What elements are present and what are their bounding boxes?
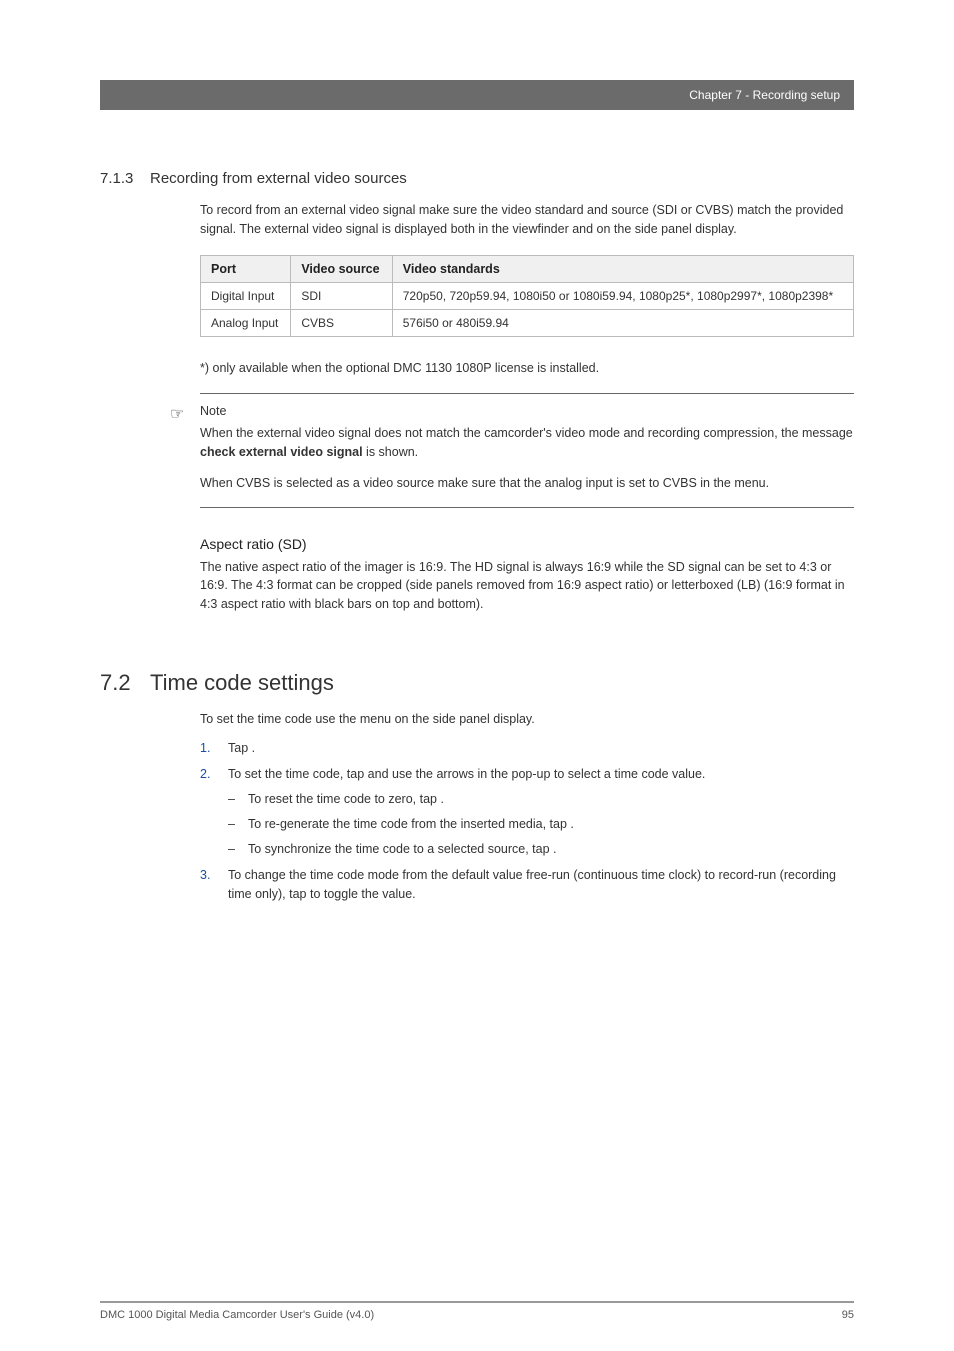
sub-a: To synchronize the time code to a select… (248, 842, 553, 856)
th-source: Video source (291, 255, 392, 282)
sub-b: . (553, 842, 556, 856)
intro-b: menu on the side panel display. (360, 712, 535, 726)
footer-doc-title: DMC 1000 Digital Media Camcorder User's … (100, 1309, 374, 1321)
note-text-1b: is shown. (363, 445, 419, 459)
sub-b: . (570, 817, 573, 831)
step-1b: . (252, 741, 255, 755)
sub-b: . (440, 792, 443, 806)
cell: CVBS (291, 309, 392, 336)
step-2-sublist: To reset the time code to zero, tap . To… (228, 790, 854, 858)
section-title: Time code settings (150, 670, 334, 696)
aspect-heading: Aspect ratio (SD) (200, 536, 854, 552)
step-1a: Tap (228, 741, 252, 755)
sub-a: To re-generate the time code from the in… (248, 817, 570, 831)
step-2b: and use the arrows in the pop-up to sele… (368, 767, 706, 781)
video-standards-table: Port Video source Video standards Digita… (200, 255, 854, 337)
section-number: 7.2 (100, 670, 150, 696)
footer-page-number: 95 (842, 1309, 854, 1321)
note-icon: ☞ (170, 404, 184, 424)
note-label: Note (200, 404, 854, 418)
page-footer: DMC 1000 Digital Media Camcorder User's … (100, 1301, 854, 1321)
table-header-row: Port Video source Video standards (201, 255, 854, 282)
sub-item: To synchronize the time code to a select… (228, 840, 854, 859)
section-72-heading: 7.2 Time code settings (100, 670, 854, 696)
table-row: Digital Input SDI 720p50, 720p59.94, 108… (201, 282, 854, 309)
section-title: Recording from external video sources (150, 170, 407, 187)
table-footnote: *) only available when the optional DMC … (200, 359, 854, 378)
section-number: 7.1.3 (100, 170, 150, 187)
step-2a: To set the time code, tap (228, 767, 368, 781)
cell: Analog Input (201, 309, 291, 336)
note-text-1: When the external video signal does not … (200, 424, 854, 462)
sub-item: To reset the time code to zero, tap . (228, 790, 854, 809)
note-text-1a: When the external video signal does not … (200, 426, 853, 440)
table-row: Analog Input CVBS 576i50 or 480i59.94 (201, 309, 854, 336)
step-3: To change the time code mode from the de… (200, 866, 854, 904)
intro-a: To set the time code use the (200, 712, 360, 726)
note-text-1-bold: check external video signal (200, 445, 363, 459)
cell: SDI (291, 282, 392, 309)
step-2: To set the time code, tap and use the ar… (200, 765, 854, 858)
sub-item: To re-generate the time code from the in… (228, 815, 854, 834)
step-3b: to toggle the value. (310, 887, 416, 901)
step-1: Tap . (200, 739, 854, 758)
section-72-intro: To set the time code use the menu on the… (200, 710, 854, 729)
note-block: ☞ Note When the external video signal do… (200, 393, 854, 507)
section-713-intro: To record from an external video signal … (200, 201, 854, 239)
cell: Digital Input (201, 282, 291, 309)
note-text-2b: menu. (734, 476, 769, 490)
chapter-title: Chapter 7 - Recording setup (689, 88, 840, 102)
steps-list: Tap . To set the time code, tap and use … (200, 739, 854, 904)
cell: 720p50, 720p59.94, 1080i50 or 1080i59.94… (392, 282, 853, 309)
chapter-header: Chapter 7 - Recording setup (100, 80, 854, 110)
th-port: Port (201, 255, 291, 282)
section-713-heading: 7.1.3 Recording from external video sour… (100, 170, 854, 187)
note-text-2: When CVBS is selected as a video source … (200, 474, 854, 493)
cell: 576i50 or 480i59.94 (392, 309, 853, 336)
th-standards: Video standards (392, 255, 853, 282)
note-text-2a: When CVBS is selected as a video source … (200, 476, 734, 490)
aspect-text: The native aspect ratio of the imager is… (200, 558, 854, 614)
sub-a: To reset the time code to zero, tap (248, 792, 440, 806)
